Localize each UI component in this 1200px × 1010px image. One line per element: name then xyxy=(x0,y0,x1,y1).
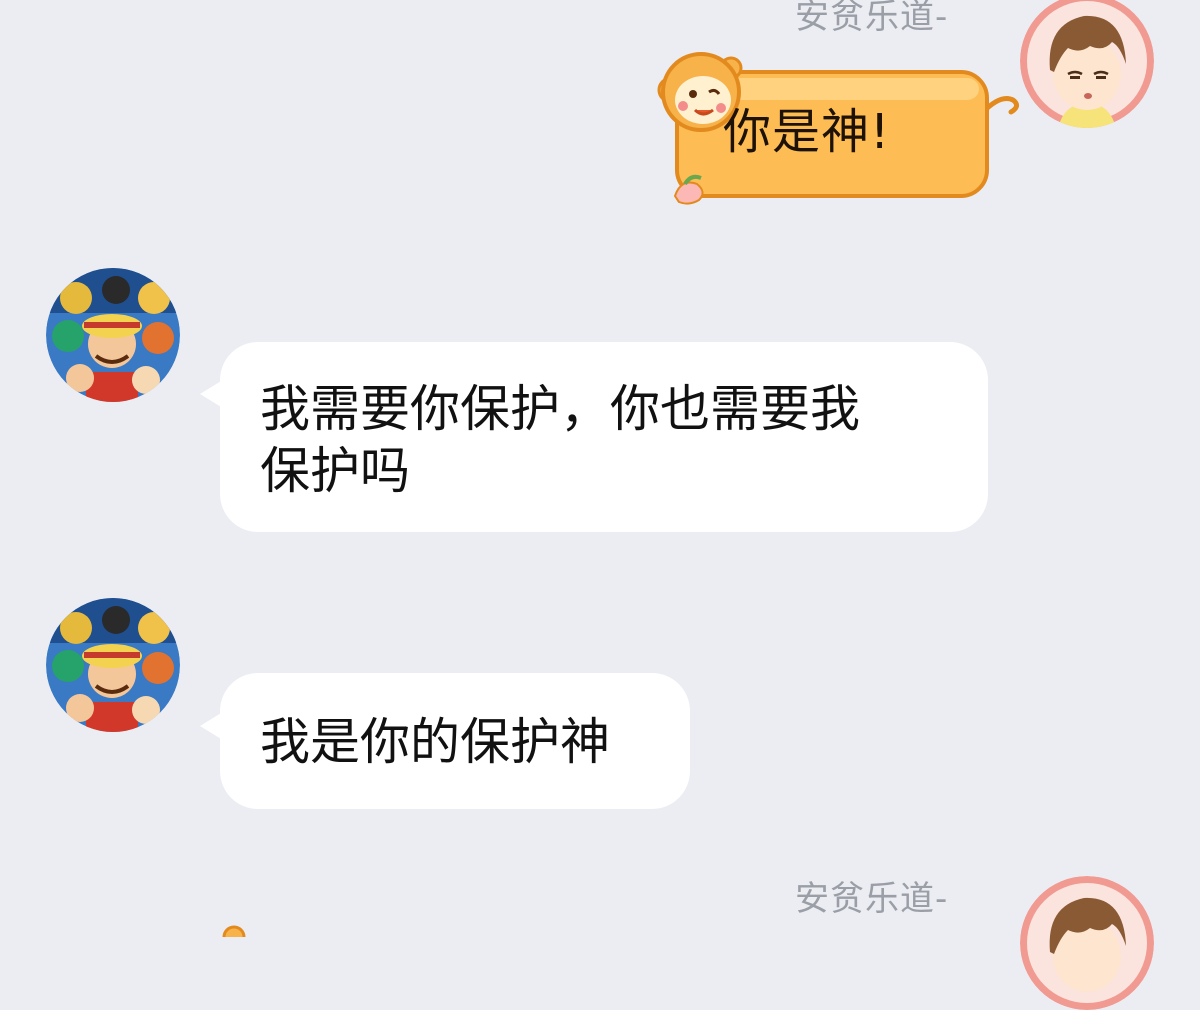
message-text-line: 保护吗 xyxy=(260,442,410,500)
avatar[interactable] xyxy=(1020,0,1154,128)
chat-window: 安贫乐道- 你是神! 我需要你保护，你也需要我 保护吗 我是你的保护神 安贫乐道… xyxy=(0,0,1200,1010)
avatar[interactable] xyxy=(46,598,180,732)
avatar[interactable] xyxy=(46,268,180,402)
avatar[interactable] xyxy=(1020,876,1154,1010)
message-bubble-sticker[interactable]: 你是神! xyxy=(655,38,1025,208)
message-text: 我是你的保护神 xyxy=(260,713,610,771)
one-piece-group-avatar-icon xyxy=(46,598,180,732)
message-text-line: 我需要你保护，你也需要我 xyxy=(260,380,860,438)
message-bubble[interactable]: 我需要你保护，你也需要我 保护吗 xyxy=(220,342,988,532)
one-piece-group-avatar-icon xyxy=(46,268,180,402)
message-text: 你是神! xyxy=(723,104,891,160)
monkey-sticker-icon xyxy=(212,917,252,937)
sender-name: 安贫乐道- xyxy=(795,0,949,37)
message-bubble[interactable]: 我是你的保护神 xyxy=(220,673,690,809)
cartoon-boy-avatar-icon xyxy=(1020,876,1154,1010)
sender-name: 安贫乐道- xyxy=(795,879,949,919)
cartoon-boy-avatar-icon xyxy=(1020,0,1154,128)
